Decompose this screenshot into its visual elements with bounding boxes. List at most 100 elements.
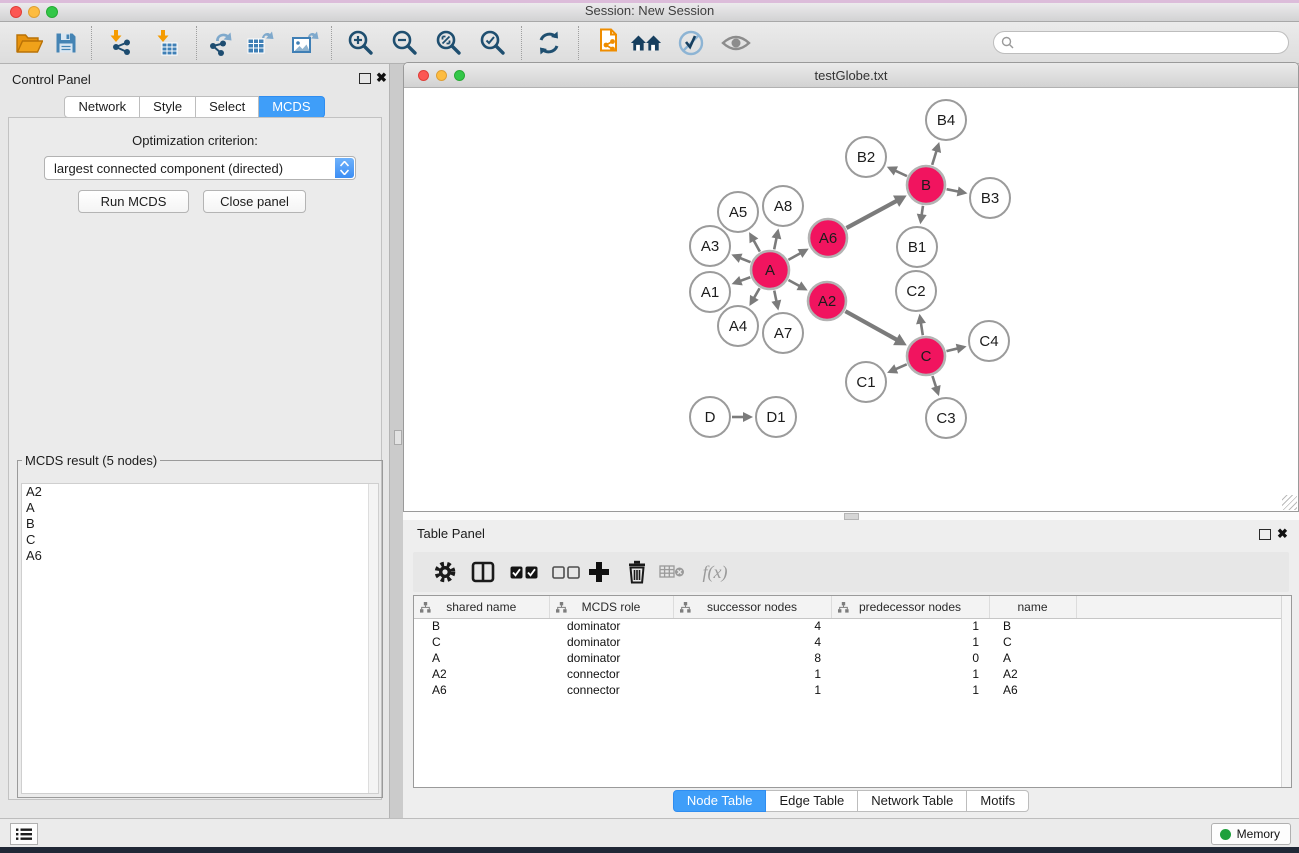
function-builder-icon[interactable]: f(x) — [694, 556, 736, 588]
table-row[interactable]: Bdominator41B — [414, 618, 1291, 634]
table-cell[interactable]: A2 — [989, 666, 1076, 682]
zoom-fit-icon[interactable] — [433, 27, 465, 59]
split-columns-icon[interactable] — [467, 556, 499, 588]
open-folder-icon[interactable] — [13, 27, 45, 59]
vertical-splitter-handle[interactable] — [394, 430, 402, 445]
import-network-icon[interactable] — [104, 27, 136, 59]
close-table-panel-icon[interactable]: ✖ — [1277, 527, 1288, 541]
table-cell[interactable]: B — [414, 618, 549, 634]
column-header-predecessor-nodes[interactable]: predecessor nodes — [831, 596, 989, 618]
table-cell[interactable]: A6 — [414, 682, 549, 698]
network-window-titlebar[interactable]: testGlobe.txt — [404, 63, 1298, 88]
column-header-MCDS-role[interactable]: MCDS role — [549, 596, 673, 618]
mcds-list-scrollbar[interactable] — [368, 484, 378, 793]
table-cell[interactable]: 8 — [673, 650, 831, 666]
export-table-icon[interactable] — [245, 27, 277, 59]
column-header-name[interactable]: name — [989, 596, 1076, 618]
criterion-select[interactable]: largest connected component (directed) — [44, 156, 356, 180]
tab-network[interactable]: Network — [64, 96, 140, 118]
column-header-successor-nodes[interactable]: successor nodes — [673, 596, 831, 618]
graph-node-label: D1 — [766, 409, 785, 426]
settings-gear-icon[interactable] — [429, 556, 461, 588]
table-cell[interactable]: 1 — [831, 666, 989, 682]
table-cell[interactable]: A — [414, 650, 549, 666]
zoom-out-icon[interactable] — [389, 27, 421, 59]
export-network-icon[interactable] — [204, 27, 236, 59]
table-cell[interactable]: A2 — [414, 666, 549, 682]
table-cell[interactable]: 0 — [831, 650, 989, 666]
close-panel-icon[interactable]: ✖ — [376, 71, 387, 85]
table-cell[interactable]: connector — [549, 682, 673, 698]
table-cell[interactable]: 1 — [831, 634, 989, 650]
zoom-in-icon[interactable] — [345, 27, 377, 59]
graphics-details-icon[interactable] — [675, 27, 707, 59]
column-header-shared-name[interactable]: shared name — [414, 596, 549, 618]
table-cell[interactable]: connector — [549, 666, 673, 682]
task-history-button[interactable] — [10, 823, 38, 845]
network-from-document-icon[interactable] — [592, 27, 624, 59]
mcds-result-list[interactable]: A2ABCA6 — [21, 483, 379, 794]
memory-button[interactable]: Memory — [1211, 823, 1291, 845]
import-table-icon[interactable] — [151, 27, 183, 59]
table-cell[interactable]: B — [989, 618, 1076, 634]
tab-network-table[interactable]: Network Table — [858, 790, 967, 812]
table-row[interactable]: A2connector11A2 — [414, 666, 1291, 682]
tab-node-table[interactable]: Node Table — [673, 790, 767, 812]
float-table-panel-icon[interactable] — [1259, 529, 1271, 540]
home-networks-icon[interactable] — [630, 27, 662, 59]
horizontal-splitter-handle[interactable] — [844, 513, 859, 520]
graph-node-label: C1 — [856, 374, 875, 391]
show-hide-eye-icon[interactable] — [720, 27, 752, 59]
table-cell[interactable]: 1 — [831, 682, 989, 698]
mcds-result-item[interactable]: C — [22, 532, 378, 548]
table-cell[interactable]: 1 — [673, 682, 831, 698]
tab-motifs[interactable]: Motifs — [967, 790, 1029, 812]
tab-mcds[interactable]: MCDS — [259, 96, 324, 118]
table-cell[interactable]: A — [989, 650, 1076, 666]
select-all-checkboxes-icon[interactable] — [508, 556, 540, 588]
mcds-result-item[interactable]: A2 — [22, 484, 378, 500]
table-body: Bdominator41BCdominator41CAdominator80AA… — [414, 618, 1291, 698]
zoom-selected-icon[interactable] — [477, 27, 509, 59]
table-cell[interactable]: 4 — [673, 618, 831, 634]
graph-node-label: C — [921, 348, 932, 365]
graph-node-label: B1 — [908, 239, 926, 256]
table-row[interactable]: Adominator80A — [414, 650, 1291, 666]
mcds-result-item[interactable]: A6 — [22, 548, 378, 564]
table-cell[interactable]: dominator — [549, 650, 673, 666]
deselect-checkboxes-icon[interactable] — [550, 556, 582, 588]
float-panel-icon[interactable] — [359, 73, 371, 84]
graph-node-label: A7 — [774, 325, 792, 342]
table-cell-filler — [1076, 682, 1291, 698]
run-mcds-button[interactable]: Run MCDS — [78, 190, 189, 213]
export-image-icon[interactable] — [290, 27, 322, 59]
table-row[interactable]: A6connector11A6 — [414, 682, 1291, 698]
table-scrollbar[interactable] — [1281, 596, 1291, 787]
tab-style[interactable]: Style — [140, 96, 196, 118]
close-panel-button[interactable]: Close panel — [203, 190, 306, 213]
delete-table-icon[interactable] — [656, 556, 688, 588]
tab-edge-table[interactable]: Edge Table — [766, 790, 858, 812]
refresh-layout-icon[interactable] — [533, 27, 565, 59]
tab-select[interactable]: Select — [196, 96, 259, 118]
table-cell[interactable]: 4 — [673, 634, 831, 650]
table-cell[interactable]: 1 — [831, 618, 989, 634]
table-cell[interactable]: A6 — [989, 682, 1076, 698]
delete-column-icon[interactable] — [621, 556, 653, 588]
save-session-icon[interactable] — [50, 27, 82, 59]
table-cell[interactable]: dominator — [549, 634, 673, 650]
window-resize-grip[interactable] — [1282, 495, 1297, 510]
toolbar-separator — [578, 26, 579, 60]
mcds-result-item[interactable]: A — [22, 500, 378, 516]
table-row[interactable]: Cdominator41C — [414, 634, 1291, 650]
table-cell[interactable]: C — [989, 634, 1076, 650]
graph-edge-A2-C[interactable] — [845, 311, 899, 341]
table-cell[interactable]: C — [414, 634, 549, 650]
table-cell[interactable]: dominator — [549, 618, 673, 634]
add-column-icon[interactable] — [583, 556, 615, 588]
table-cell[interactable]: 1 — [673, 666, 831, 682]
mcds-result-item[interactable]: B — [22, 516, 378, 532]
search-input[interactable] — [1018, 33, 1280, 52]
network-canvas[interactable]: B4B2BB3A8A5A6A3B1AA1C2A2A4A7C4CC1C3DD1 — [404, 88, 1298, 511]
graph-edge-A6-B[interactable] — [846, 200, 898, 228]
